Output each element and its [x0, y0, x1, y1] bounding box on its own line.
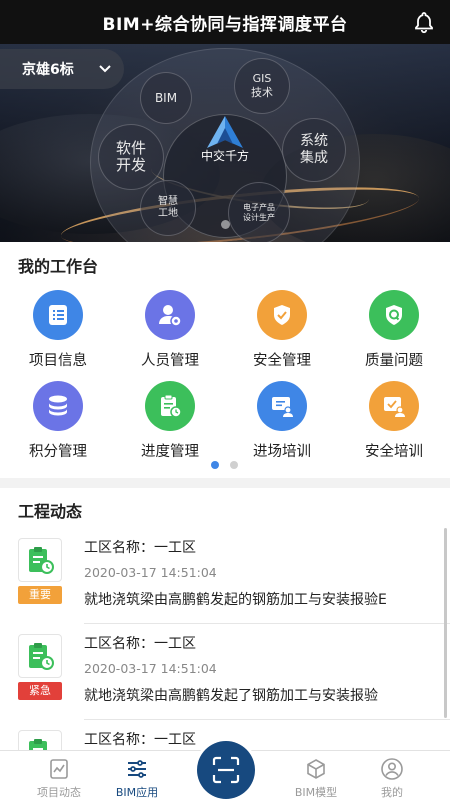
workbench-item-label: 进场培训 [253, 444, 311, 460]
clipboard-clock-icon [145, 381, 195, 431]
workbench-item-points[interactable]: 积分管理 [2, 381, 114, 467]
coins-icon [33, 381, 83, 431]
bubble-label: 集成 [300, 150, 328, 166]
project-news-section: 工程动态 重要 工区名称：一工区 2020-03-17 14:51:04 就地浇… [0, 488, 450, 750]
priority-badge: 重要 [18, 586, 62, 604]
workbench-item-quality[interactable]: 质量问题 [338, 290, 450, 376]
bubble-label: GIS [252, 72, 272, 85]
news-time: 2020-03-17 14:51:04 [84, 565, 217, 580]
workbench-item-label: 安全培训 [365, 444, 423, 460]
bubble-gis: GIS 技术 [234, 58, 290, 114]
bubble-label: 软件 [115, 139, 146, 157]
scrollbar[interactable] [444, 528, 447, 718]
shield-check-icon [257, 290, 307, 340]
nav-label: 项目动态 [37, 786, 81, 799]
nav-label: BIM应用 [115, 786, 159, 799]
chevron-down-icon [99, 65, 111, 73]
company-logo-icon [207, 116, 243, 148]
workbench-item-label: 人员管理 [141, 353, 199, 369]
project-name: 京雄6标 [22, 62, 74, 78]
workbench-item-project-info[interactable]: 项目信息 [2, 290, 114, 376]
clipboard-clock-icon [18, 730, 62, 750]
news-site: 工区名称：一工区 [84, 540, 196, 556]
bubble-label: 工地 [158, 208, 178, 219]
safety-training-icon [369, 381, 419, 431]
scan-button[interactable] [197, 741, 255, 799]
nav-label: 我的 [381, 786, 403, 799]
clipboard-clock-icon [18, 634, 62, 678]
workbench-item-progress[interactable]: 进度管理 [114, 381, 226, 467]
bubble-smart-site: 智慧 工地 [140, 180, 196, 236]
notification-bell-icon[interactable] [412, 10, 436, 34]
nav-item-mine[interactable]: 我的 [347, 751, 437, 800]
clipboard-clock-icon [18, 538, 62, 582]
nav-item-bim-apps[interactable]: BIM应用 [92, 751, 182, 800]
workbench-item-label: 进度管理 [141, 444, 199, 460]
bubble-label: 开发 [115, 156, 146, 174]
person-icon [381, 758, 403, 780]
bubble-label: 技术 [251, 86, 273, 99]
banner-indicator-dot [221, 220, 230, 229]
bubble-bim: BIM [140, 72, 192, 124]
core-label: 中交千方 [200, 149, 249, 163]
bubble-label: 电子产品 [243, 203, 275, 212]
workbench-item-label: 项目信息 [29, 353, 87, 369]
nav-item-project-news[interactable]: 项目动态 [14, 751, 104, 800]
pager-dot[interactable] [230, 461, 238, 469]
news-site: 工区名称：一工区 [84, 636, 196, 652]
news-item[interactable]: 紧急 工区名称：一工区 2020-03-17 14:51:04 就地浇筑梁由高鹏… [0, 624, 450, 720]
project-selector[interactable]: 京雄6标 [0, 49, 124, 89]
scan-icon [212, 756, 240, 784]
bubble-system: 系统 集成 [282, 118, 346, 182]
workbench-item-entry-training[interactable]: 进场培训 [226, 381, 338, 467]
app-root: BIM+综合协同与指挥调度平台 BIM GIS 技术 软件 开发 系统 集成 智… [0, 0, 450, 800]
news-item[interactable]: 重要 工区名称：一工区 2020-03-17 14:51:04 就地浇筑梁由高鹏… [0, 528, 450, 624]
pager-dot-active[interactable] [211, 461, 219, 469]
sliders-icon [128, 760, 146, 778]
training-board-icon [257, 381, 307, 431]
workbench-pager [211, 461, 241, 469]
top-bar: BIM+综合协同与指挥调度平台 [0, 0, 450, 44]
workbench-title: 我的工作台 [18, 257, 99, 276]
bubble-label: 设计生产 [243, 213, 275, 222]
priority-badge: 紧急 [18, 682, 62, 700]
news-time: 2020-03-17 14:51:04 [84, 661, 217, 676]
bubble-label: 系统 [300, 133, 328, 149]
news-site: 工区名称：一工区 [84, 732, 196, 748]
workbench-item-safety-training[interactable]: 安全培训 [338, 381, 450, 467]
chart-doc-icon [50, 759, 68, 779]
news-description: 就地浇筑梁由高鹏鹤发起的钢筋加工与安装报验E [84, 592, 387, 608]
bubble-label: BIM [154, 91, 178, 105]
news-description: 就地浇筑梁由高鹏鹤发起了钢筋加工与安装报验 [84, 688, 378, 704]
workbench-item-label: 安全管理 [253, 353, 311, 369]
bubble-electronics: 电子产品 设计生产 [228, 182, 290, 242]
shield-q-icon [369, 290, 419, 340]
workbench-section: 我的工作台 项目信息 人员管理 安全管理 质量问题 积分管理 进度管理 进场培训… [0, 242, 450, 474]
user-gear-icon [145, 290, 195, 340]
workbench-item-label: 积分管理 [29, 444, 87, 460]
cube-icon [307, 759, 325, 779]
workbench-item-safety[interactable]: 安全管理 [226, 290, 338, 376]
bubble-label: 智慧 [158, 196, 178, 207]
section-divider [0, 478, 450, 488]
news-title: 工程动态 [18, 502, 83, 521]
app-title: BIM+综合协同与指挥调度平台 [102, 14, 348, 35]
hero-banner[interactable]: BIM GIS 技术 软件 开发 系统 集成 智慧 工地 电子产品 设计生产 中… [0, 44, 450, 242]
workbench-item-personnel[interactable]: 人员管理 [114, 290, 226, 376]
workbench-item-label: 质量问题 [365, 353, 423, 369]
bubble-software: 软件 开发 [98, 124, 164, 190]
list-icon [33, 290, 83, 340]
